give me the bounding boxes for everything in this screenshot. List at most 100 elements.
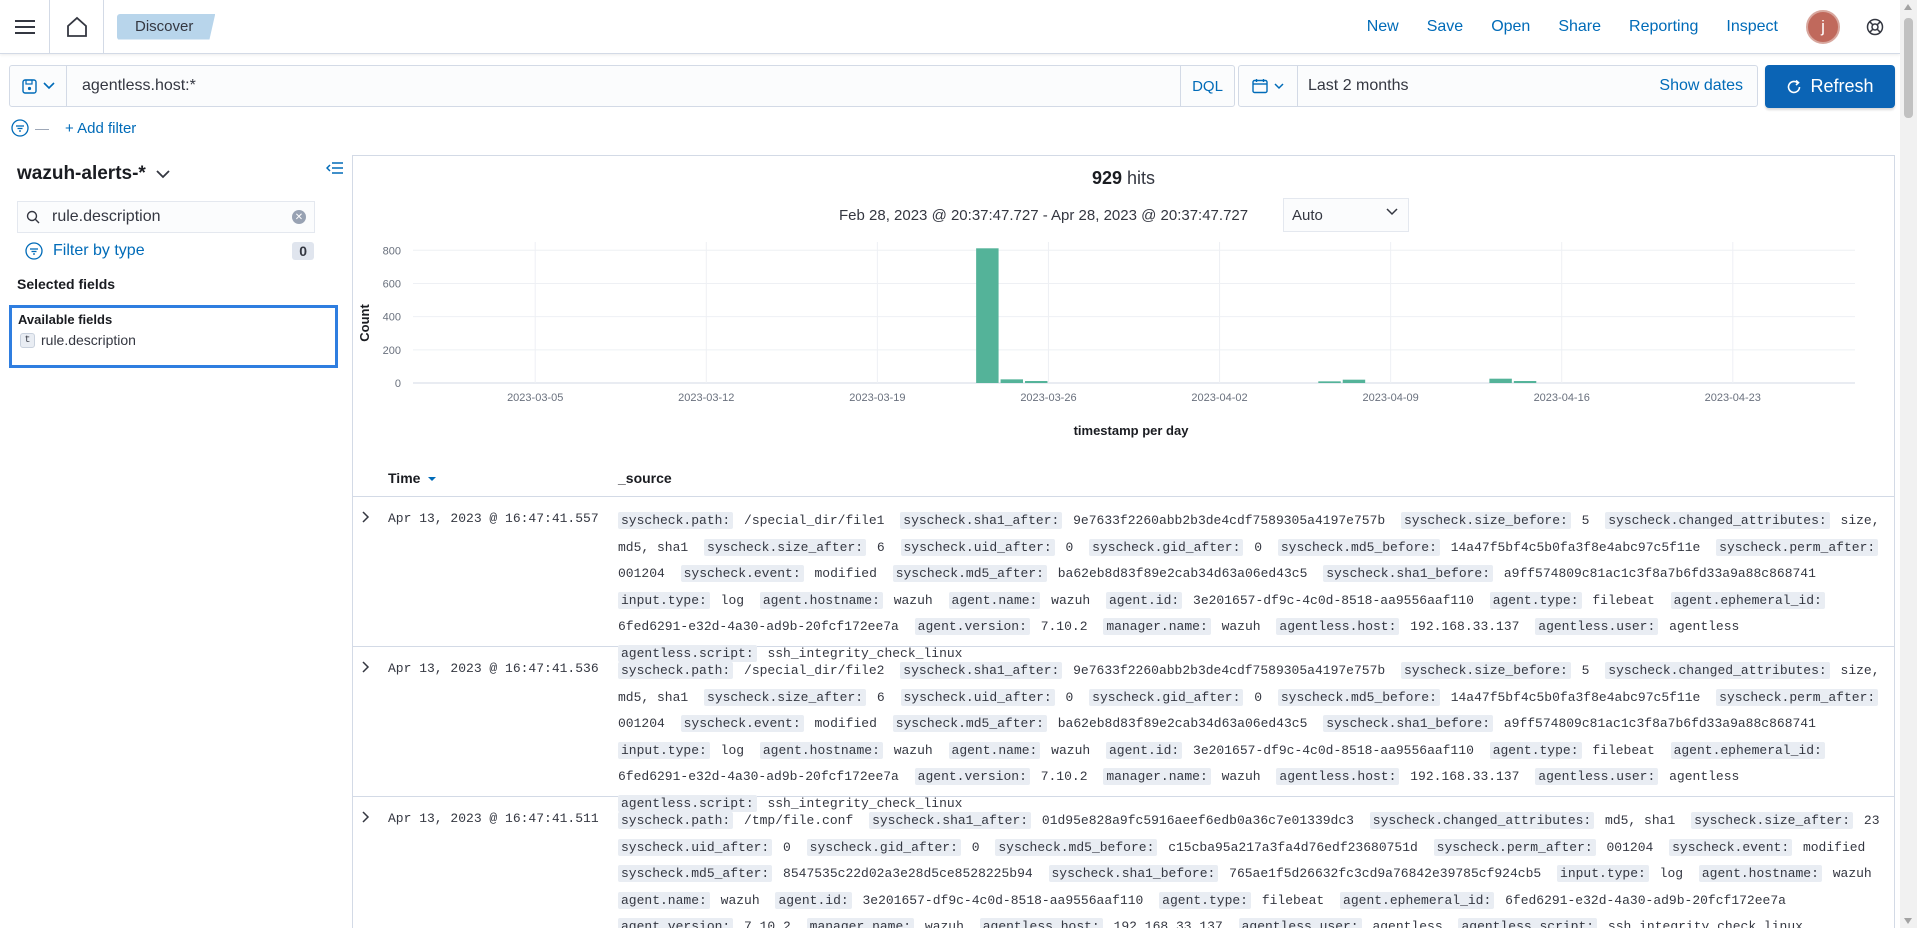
histogram-bar[interactable] xyxy=(1318,381,1341,383)
open-button[interactable]: Open xyxy=(1491,18,1530,36)
source-field-key: syscheck.path: xyxy=(618,812,734,829)
menu-icon[interactable] xyxy=(0,0,50,54)
string-type-icon: t xyxy=(20,332,35,348)
histogram-bar[interactable] xyxy=(976,248,999,383)
source-field-value: 6 xyxy=(876,689,885,705)
index-pattern-selector[interactable]: wazuh-alerts-* xyxy=(17,163,170,185)
chevron-down-icon xyxy=(1274,82,1284,89)
date-picker: Last 2 months Show dates xyxy=(1238,65,1758,107)
source-field-value: modified xyxy=(814,566,877,581)
scroll-down-icon[interactable] xyxy=(1904,918,1912,924)
source-field-value: 001204 xyxy=(618,716,665,731)
source-field-value: ssh_integrity_check_linux xyxy=(1607,919,1803,928)
date-range-text[interactable]: Last 2 months xyxy=(1298,77,1659,95)
source-field-key: syscheck.size_before: xyxy=(1401,512,1571,529)
source-field-value: agentless xyxy=(1669,769,1740,784)
available-fields-heading: Available fields xyxy=(18,312,113,327)
filter-options-icon[interactable] xyxy=(11,119,29,137)
source-field-value: 6fed6291-e32d-4a30-ad9b-20fcf172ee7a xyxy=(618,769,899,784)
source-field-key: agent.hostname: xyxy=(1698,865,1822,882)
histogram-bar[interactable] xyxy=(1513,381,1537,383)
table-row[interactable]: Apr 13, 2023 @ 16:47:41.536 syscheck.path… xyxy=(353,647,1894,812)
saved-query-menu[interactable] xyxy=(10,66,67,106)
share-button[interactable]: Share xyxy=(1558,18,1601,36)
table-row[interactable]: Apr 13, 2023 @ 16:47:41.511 syscheck.path… xyxy=(353,797,1894,928)
source-field-value: 3e201657-df9c-4c0d-8518-aa9556aaf110 xyxy=(1193,592,1474,608)
source-field-key: syscheck.md5_before: xyxy=(1277,538,1440,556)
expand-row-icon[interactable] xyxy=(361,811,371,823)
selected-fields-heading: Selected fields xyxy=(17,276,116,292)
source-field-value: filebeat xyxy=(1592,592,1655,608)
source-field-key: agentless.user: xyxy=(1238,918,1362,928)
field-search-input[interactable]: rule.description ✕ xyxy=(17,201,315,233)
row-source: syscheck.path: /special_dir/file2 sysche… xyxy=(618,658,1888,817)
histogram-bar[interactable] xyxy=(1342,379,1366,383)
y-tick-label: 0 xyxy=(395,378,401,390)
calendar-icon xyxy=(1252,79,1268,94)
source-field-value: 192.168.33.137 xyxy=(1113,919,1223,928)
table-header: Time _source xyxy=(353,462,1894,497)
source-field-value: agentless xyxy=(1372,919,1443,928)
source-field-value: 6fed6291-e32d-4a30-ad9b-20fcf172ee7a xyxy=(618,619,899,634)
filter-by-type-button[interactable]: Filter by type 0 xyxy=(25,242,314,260)
source-field-key: syscheck.md5_before: xyxy=(1277,688,1440,706)
quick-date-menu[interactable] xyxy=(1239,66,1298,106)
show-dates-button[interactable]: Show dates xyxy=(1659,77,1757,95)
query-language-button[interactable]: DQL xyxy=(1180,66,1234,106)
source-field-key: syscheck.size_before: xyxy=(1401,662,1571,679)
interval-select[interactable]: Auto xyxy=(1283,198,1409,232)
refresh-button[interactable]: Refresh xyxy=(1765,65,1895,108)
breadcrumb-discover[interactable]: Discover xyxy=(117,13,216,40)
source-field-value: 14a47f5bf4c5b0fa3f8e4abc97c5f11e xyxy=(1450,539,1701,555)
row-source: syscheck.path: /special_dir/file1 sysche… xyxy=(618,508,1888,667)
histogram-bar[interactable] xyxy=(1025,381,1048,383)
home-icon[interactable] xyxy=(50,0,104,54)
source-field-key: agentless.host: xyxy=(1276,768,1400,785)
available-fields-section: Available fields t rule.description xyxy=(9,305,338,368)
source-field-key: manager.name: xyxy=(806,918,915,928)
help-icon[interactable] xyxy=(1850,0,1900,54)
source-field-value: wazuh xyxy=(1051,592,1091,608)
inspect-button[interactable]: Inspect xyxy=(1726,18,1778,36)
hits-number: 929 xyxy=(1091,168,1122,188)
source-field-key: agent.ephemeral_id: xyxy=(1670,591,1825,609)
clear-icon[interactable]: ✕ xyxy=(292,210,306,224)
query-input[interactable]: agentless.host:* xyxy=(67,77,1180,95)
field-item-rule-description[interactable]: t rule.description xyxy=(20,332,136,348)
source-field-key: agent.name: xyxy=(948,741,1041,759)
source-field-key: syscheck.sha1_before: xyxy=(1048,865,1219,882)
source-field-key: agent.id: xyxy=(1106,591,1183,609)
page-scrollbar[interactable] xyxy=(1900,0,1917,928)
save-button[interactable]: Save xyxy=(1427,18,1463,36)
source-field-key: agent.type: xyxy=(1489,741,1582,759)
expand-row-icon[interactable] xyxy=(361,661,371,673)
source-field-key: agent.id: xyxy=(775,891,852,909)
x-tick-label: 2023-04-09 xyxy=(1362,392,1418,404)
scroll-up-icon[interactable] xyxy=(1904,4,1912,10)
source-field-key: agentless.user: xyxy=(1535,618,1659,635)
source-field-value: wazuh xyxy=(1832,866,1872,881)
top-header: Discover New Save Open Share Reporting I… xyxy=(0,0,1900,54)
table-row[interactable]: Apr 13, 2023 @ 16:47:41.557 syscheck.path… xyxy=(353,497,1894,662)
x-tick-label: 2023-03-12 xyxy=(678,392,734,404)
top-menu: New Save Open Share Reporting Inspect j xyxy=(1353,0,1900,54)
time-column-header[interactable]: Time xyxy=(388,470,437,486)
source-field-value: 0 xyxy=(1065,539,1074,555)
histogram-bar[interactable] xyxy=(1000,379,1024,383)
expand-row-icon[interactable] xyxy=(361,511,371,523)
source-field-key: syscheck.uid_after: xyxy=(900,538,1055,556)
histogram-bar[interactable] xyxy=(1489,378,1512,383)
source-field-key: syscheck.sha1_after: xyxy=(900,512,1063,529)
source-field-value: 765ae1f5d26632fc3cd9a76842e39785cf924cb5 xyxy=(1229,866,1542,881)
new-button[interactable]: New xyxy=(1367,18,1399,36)
source-field-value: 6fed6291-e32d-4a30-ad9b-20fcf172ee7a xyxy=(1505,892,1786,908)
source-field-value: wazuh xyxy=(720,892,760,908)
search-icon xyxy=(26,210,40,224)
collapse-sidebar-icon[interactable] xyxy=(325,161,344,178)
scrollbar-thumb[interactable] xyxy=(1904,18,1913,118)
avatar[interactable]: j xyxy=(1806,10,1840,44)
y-axis-label: Count xyxy=(357,304,372,342)
source-field-value: wazuh xyxy=(924,919,964,928)
add-filter-button[interactable]: + Add filter xyxy=(65,120,136,137)
reporting-button[interactable]: Reporting xyxy=(1629,18,1698,36)
